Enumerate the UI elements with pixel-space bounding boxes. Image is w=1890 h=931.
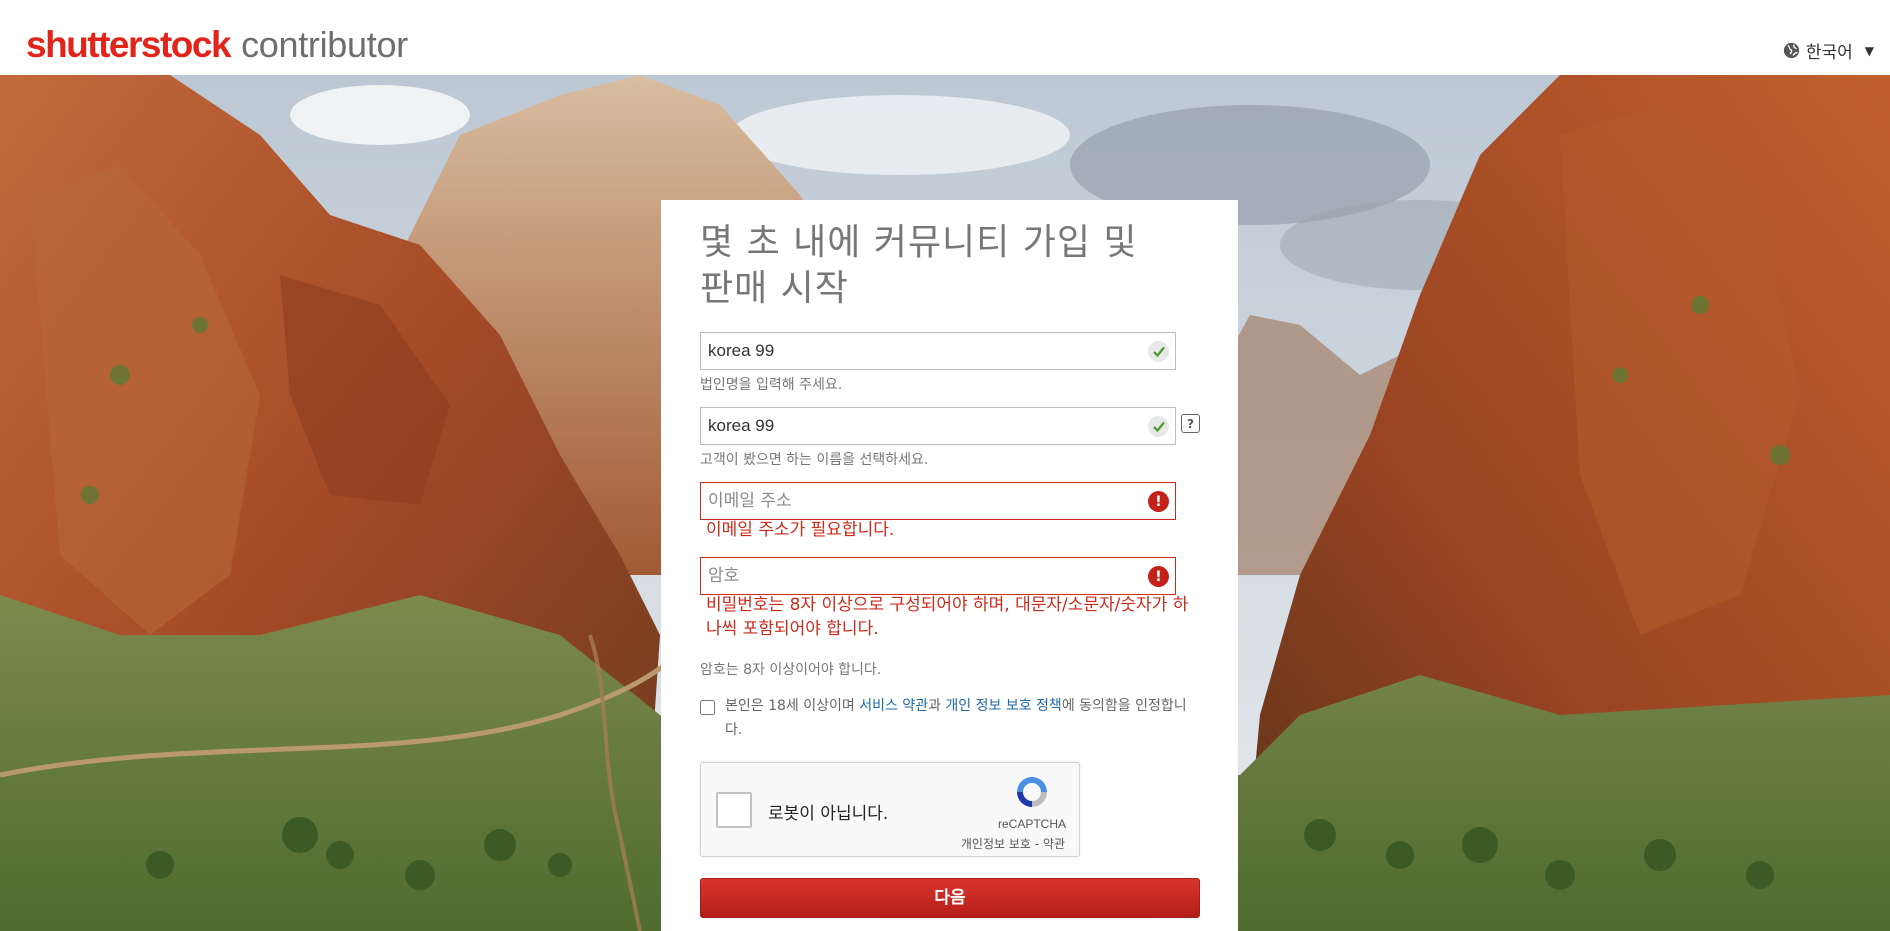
- chevron-down-icon: ▼: [1864, 43, 1874, 58]
- page-title: 몇 초 내에 커뮤니티 가입 및 판매 시작: [700, 222, 1138, 309]
- top-header: shutterstock contributor 한국어 ▼: [0, 0, 1890, 75]
- recaptcha-brand: reCAPTCHA: [997, 817, 1066, 831]
- shutterstock-logo[interactable]: shutterstock contributor: [26, 24, 408, 66]
- next-button[interactable]: 다음: [700, 878, 1200, 918]
- agreement-checkbox[interactable]: [700, 700, 715, 715]
- recaptcha-checkbox[interactable]: [716, 792, 752, 828]
- password-help: 암호는 8자 이상이어야 합니다.: [700, 662, 882, 678]
- agreement-text: 본인은 18세 이상이며 서비스 약관과 개인 정보 보호 정책에 동의함을 인…: [725, 694, 1200, 742]
- agreement-middle: 과: [928, 698, 946, 714]
- privacy-link[interactable]: 개인 정보 보호 정책: [945, 698, 1061, 714]
- password-field[interactable]: !: [700, 557, 1176, 595]
- company-name-field[interactable]: [700, 332, 1176, 370]
- password-error-message: 비밀번호는 8자 이상으로 구성되어야 하며, 대문자/소문자/숫자가 하나씩 …: [706, 595, 1189, 639]
- company-name-help: 법인명을 입력해 주세요.: [700, 377, 843, 393]
- language-label: 한국어: [1805, 43, 1853, 63]
- error-icon: !: [1148, 491, 1169, 512]
- recaptcha-logo: reCAPTCHA: [997, 773, 1067, 831]
- signup-card: 몇 초 내에 커뮤니티 가입 및 판매 시작 법인명을 입력해 주세요. ? 고…: [661, 200, 1238, 931]
- display-name-field[interactable]: [700, 407, 1176, 445]
- password-input[interactable]: [701, 558, 1175, 594]
- company-name-input[interactable]: [701, 333, 1175, 369]
- agreement-prefix: 본인은 18세 이상이며: [725, 698, 860, 714]
- help-question-icon[interactable]: ?: [1181, 414, 1200, 433]
- globe-icon: [1783, 42, 1800, 59]
- checkmark-icon: [1148, 341, 1169, 362]
- agreement-row: 본인은 18세 이상이며 서비스 약관과 개인 정보 보호 정책에 동의함을 인…: [700, 694, 1200, 742]
- logo-product-text: contributor: [241, 24, 408, 65]
- checkmark-icon: [1148, 416, 1169, 437]
- recaptcha-icon: [1013, 773, 1051, 815]
- display-name-input[interactable]: [701, 408, 1175, 444]
- error-icon: !: [1148, 566, 1169, 587]
- language-selector[interactable]: 한국어 ▼: [1783, 38, 1874, 63]
- logo-brand-text: shutterstock: [26, 24, 232, 65]
- recaptcha-label: 로봇이 아닙니다.: [768, 804, 889, 824]
- email-input[interactable]: [701, 483, 1175, 519]
- terms-link[interactable]: 서비스 약관: [859, 698, 928, 714]
- email-error-message: 이메일 주소가 필요합니다.: [706, 520, 895, 540]
- email-field[interactable]: !: [700, 482, 1176, 520]
- recaptcha-widget: 로봇이 아닙니다. reCAPTCHA 개인정보 보호 - 약관: [700, 762, 1080, 857]
- recaptcha-privacy-links[interactable]: 개인정보 보호 - 약관: [961, 835, 1065, 852]
- display-name-help: 고객이 봤으면 하는 이름을 선택하세요.: [700, 452, 929, 468]
